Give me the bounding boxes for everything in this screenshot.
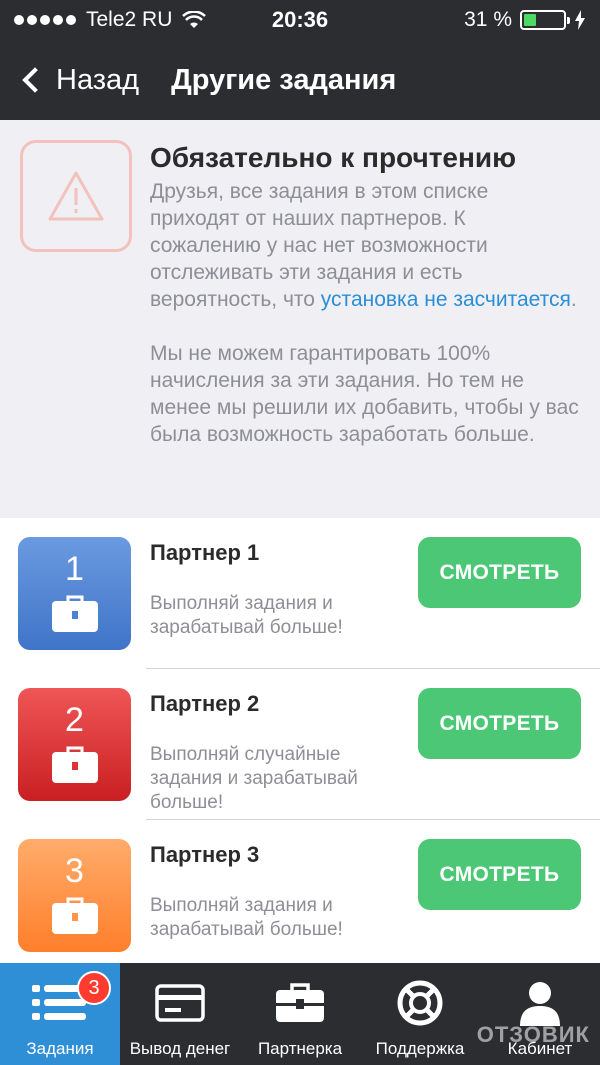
partner-name: Партнер 2 — [150, 691, 260, 716]
chevron-left-icon — [22, 67, 48, 93]
tab-support[interactable]: Поддержка — [360, 963, 480, 1065]
briefcase-icon — [51, 595, 98, 632]
carrier-label: Tele2 RU — [86, 8, 173, 31]
warning-icon — [48, 171, 104, 221]
tab-bar: Задания 3 Вывод денег Партнерка Поддержк… — [0, 963, 600, 1065]
tab-label: Партнерка — [257, 1039, 343, 1058]
partner-name: Партнер 1 — [150, 540, 260, 565]
watermark: ОТЗОВИК — [476, 1022, 590, 1047]
partner-number: 2 — [65, 701, 84, 739]
partner-description: Выполняй задания и зарабатывай больше! — [150, 895, 343, 940]
tab-tasks[interactable]: Задания 3 — [0, 963, 120, 1065]
view-button[interactable]: СМОТРЕТЬ — [418, 688, 581, 759]
back-label: Назад — [56, 63, 140, 96]
notice-text-end: . — [570, 288, 577, 311]
back-button[interactable]: Назад — [0, 40, 139, 120]
briefcase-icon — [51, 897, 98, 934]
warning-box — [20, 140, 132, 252]
notice-title: Обязательно к прочтению — [150, 142, 517, 173]
partner-row: 2 Партнер 2 Выполняй случайные задания и… — [0, 669, 600, 820]
partner-row: 1 Партнер 1 Выполняй задания и зарабатыв… — [0, 518, 600, 669]
battery-percent: 31 % — [464, 8, 512, 31]
tab-affiliate[interactable]: Партнерка — [240, 963, 360, 1065]
briefcase-icon — [51, 746, 98, 783]
signal-icon — [14, 15, 76, 25]
partner-description: Выполняй задания и зарабатывай больше! — [150, 593, 343, 638]
navigation-bar: Назад Другие задания — [0, 40, 600, 120]
wifi-icon — [182, 11, 207, 28]
status-bar: Tele2 RU 20:36 31 % — [0, 0, 600, 40]
partner-row: 3 Партнер 3 Выполняй задания и зарабатыв… — [0, 820, 600, 971]
notice-body: Друзья, все задания в этом списке приход… — [150, 178, 580, 448]
notice-paragraph: Друзья, все задания в этом списке приход… — [150, 178, 580, 313]
user-icon — [517, 981, 563, 1026]
lifebuoy-icon — [397, 980, 443, 1026]
notice-paragraph: Мы не можем гарантировать 100% начислени… — [150, 342, 579, 446]
tab-cabinet[interactable]: Кабинет — [480, 963, 600, 1065]
partner-number: 1 — [65, 550, 84, 588]
install-not-counted-link[interactable]: установка не засчитается — [321, 288, 571, 311]
card-icon — [155, 981, 205, 1025]
notification-badge: 3 — [77, 971, 111, 1005]
tab-label: Задания — [26, 1039, 94, 1058]
partner-description: Выполняй случайные задания и зарабатывай… — [150, 744, 358, 813]
page-title: Другие задания — [171, 63, 397, 96]
briefcase-icon — [275, 981, 325, 1025]
charging-icon — [575, 10, 585, 30]
partner-icon: 3 — [18, 839, 131, 952]
partner-icon: 2 — [18, 688, 131, 801]
partner-name: Партнер 3 — [150, 842, 260, 867]
tab-label: Вывод денег — [129, 1039, 231, 1058]
notice-panel: Обязательно к прочтению Друзья, все зада… — [0, 120, 600, 518]
partner-number: 3 — [65, 852, 84, 890]
partner-icon: 1 — [18, 537, 131, 650]
view-button[interactable]: СМОТРЕТЬ — [418, 537, 581, 608]
tab-label: Поддержка — [375, 1039, 465, 1058]
tab-withdraw[interactable]: Вывод денег — [120, 963, 240, 1065]
view-button[interactable]: СМОТРЕТЬ — [418, 839, 581, 910]
battery-icon — [520, 10, 570, 30]
